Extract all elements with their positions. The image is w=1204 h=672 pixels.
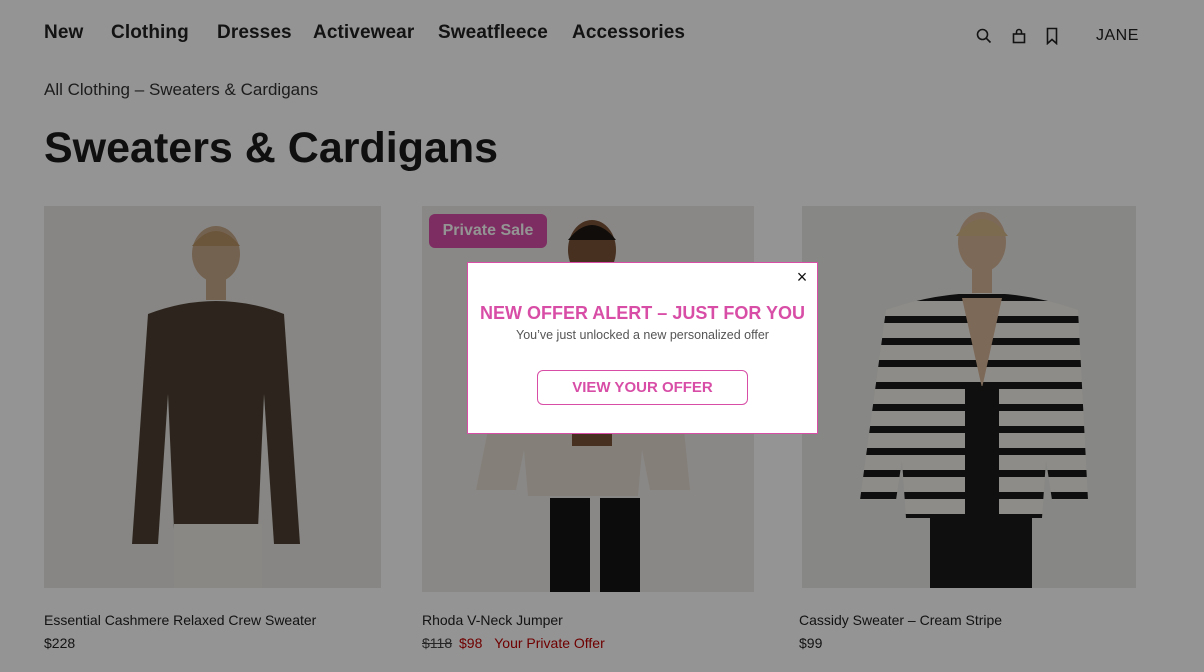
offer-modal: × NEW OFFER ALERT – JUST FOR YOU You’ve … [467, 262, 818, 434]
view-offer-button[interactable]: VIEW YOUR OFFER [537, 370, 748, 405]
modal-headline: NEW OFFER ALERT – JUST FOR YOU [479, 303, 806, 323]
modal-subtext: You’ve just unlocked a new personalized … [516, 328, 769, 342]
close-icon[interactable]: × [793, 268, 811, 286]
